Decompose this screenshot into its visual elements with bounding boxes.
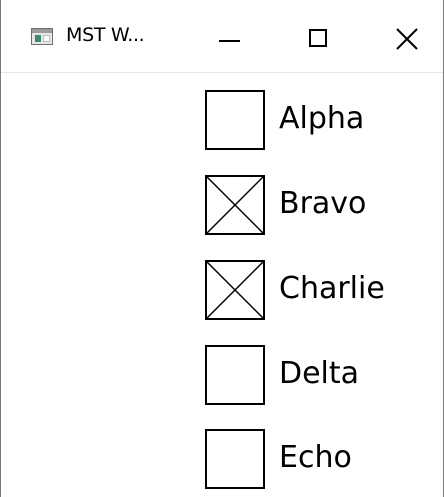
checkbox-option-charlie[interactable]: Charlie bbox=[205, 260, 425, 320]
window-title: MST W... bbox=[66, 24, 145, 46]
checkbox-echo[interactable] bbox=[205, 429, 265, 489]
minimize-icon bbox=[219, 40, 240, 42]
maximize-button[interactable] bbox=[277, 0, 369, 72]
checkbox-label-alpha: Alpha bbox=[279, 101, 365, 136]
options-panel: Alpha Bravo Charlie Delta Echo bbox=[1, 73, 443, 497]
checkbox-bravo[interactable] bbox=[205, 175, 265, 235]
close-icon bbox=[396, 28, 418, 50]
app-window: MST W... Alpha Bravo Charlie Delta Echo bbox=[0, 0, 444, 497]
checkbox-label-delta: Delta bbox=[279, 356, 360, 391]
checkbox-charlie[interactable] bbox=[205, 260, 265, 320]
checkbox-delta[interactable] bbox=[205, 345, 265, 405]
checkbox-option-bravo[interactable]: Bravo bbox=[205, 175, 425, 235]
maximize-icon bbox=[309, 29, 327, 47]
checkbox-option-echo[interactable]: Echo bbox=[205, 429, 425, 489]
checkbox-label-bravo: Bravo bbox=[279, 186, 367, 221]
checkbox-option-alpha[interactable]: Alpha bbox=[205, 90, 425, 150]
checked-cross-icon bbox=[207, 177, 263, 233]
checkbox-label-charlie: Charlie bbox=[279, 271, 385, 306]
app-window-icon bbox=[31, 28, 53, 45]
close-button[interactable] bbox=[361, 0, 443, 72]
checkbox-option-delta[interactable]: Delta bbox=[205, 345, 425, 405]
checkbox-label-echo: Echo bbox=[279, 440, 352, 475]
checkbox-alpha[interactable] bbox=[205, 90, 265, 150]
checked-cross-icon bbox=[207, 262, 263, 318]
title-bar[interactable]: MST W... bbox=[1, 0, 443, 73]
minimize-button[interactable] bbox=[185, 0, 277, 72]
